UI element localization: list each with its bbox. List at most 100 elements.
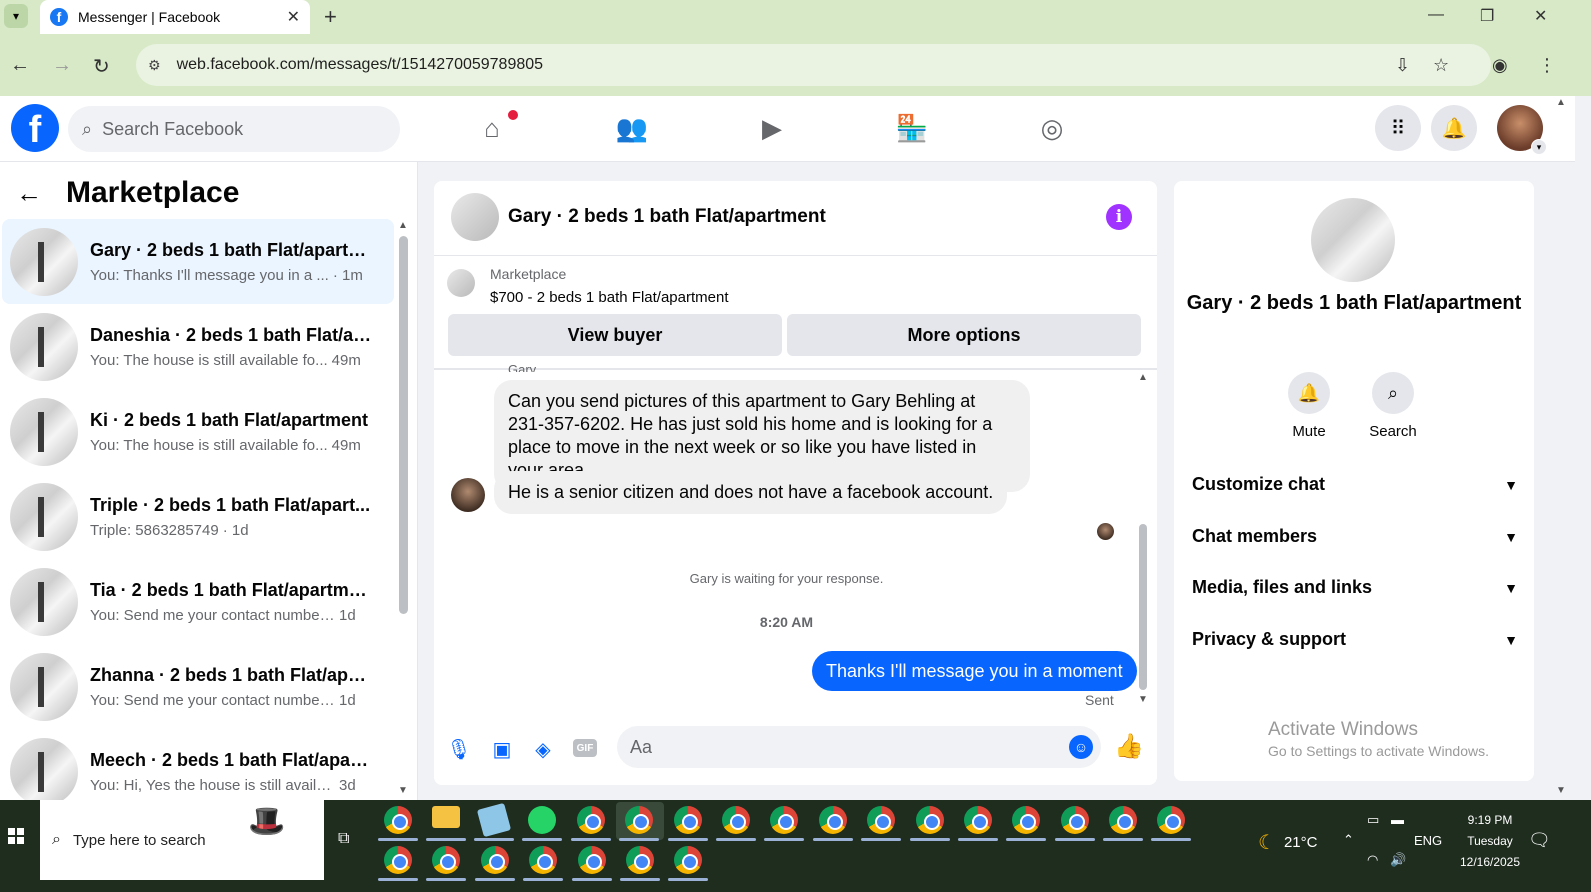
scroll-down-icon[interactable]: ▼ bbox=[398, 785, 408, 796]
weather-widget[interactable]: ☾ 21°C bbox=[1258, 830, 1317, 855]
listing-title[interactable]: $700 - 2 beds 1 bath Flat/apartment bbox=[490, 289, 728, 306]
chrome-profile-icon[interactable] bbox=[529, 846, 557, 874]
reload-icon[interactable]: ↻ bbox=[93, 54, 110, 79]
customize-chat-item[interactable]: Customize chat ▼ bbox=[1192, 474, 1518, 495]
friends-icon[interactable]: 👥 bbox=[612, 112, 652, 144]
language-indicator[interactable]: ENG bbox=[1414, 833, 1442, 848]
marketplace-icon[interactable]: 🏪 bbox=[892, 112, 932, 144]
conversation-item[interactable]: Gary · 2 beds 1 bath Flat/apartm... You: … bbox=[2, 219, 394, 304]
scroll-up-icon[interactable]: ▲ bbox=[398, 220, 408, 231]
menu-grid-icon[interactable]: ⠿ bbox=[1375, 105, 1421, 151]
scroll-down-icon[interactable]: ▼ bbox=[1138, 694, 1148, 705]
chrome-profile-icon[interactable] bbox=[722, 806, 750, 834]
chrome-profile-icon[interactable] bbox=[626, 846, 654, 874]
chrome-profile-icon[interactable] bbox=[625, 806, 653, 834]
tab-title: Messenger | Facebook bbox=[78, 9, 221, 25]
chat-members-item[interactable]: Chat members ▼ bbox=[1192, 526, 1518, 547]
chrome-profile-icon[interactable] bbox=[578, 846, 606, 874]
chrome-profile-icon[interactable] bbox=[1157, 806, 1185, 834]
conversation-item[interactable]: Zhanna · 2 beds 1 bath Flat/apar... You: … bbox=[2, 644, 394, 729]
conversation-item[interactable]: Ki · 2 beds 1 bath Flat/apartment You: Th… bbox=[2, 389, 394, 474]
volume-icon[interactable]: 🔊 bbox=[1390, 852, 1406, 868]
back-arrow-icon[interactable]: ← bbox=[16, 178, 42, 209]
mute-button[interactable]: 🔔 Mute bbox=[1274, 372, 1344, 440]
chrome-profile-icon[interactable] bbox=[481, 846, 509, 874]
scroll-up-icon[interactable]: ▲ bbox=[1556, 97, 1566, 108]
chrome-profile-icon[interactable] bbox=[964, 806, 992, 834]
conversation-item[interactable]: Triple · 2 beds 1 bath Flat/apart... Trip… bbox=[2, 474, 394, 559]
back-icon[interactable]: ← bbox=[10, 54, 30, 77]
show-hidden-icons-chevron-icon[interactable]: ⌃ bbox=[1343, 832, 1354, 848]
gif-icon[interactable]: GIF bbox=[573, 739, 597, 757]
media-files-links-item[interactable]: Media, files and links ▼ bbox=[1192, 577, 1518, 598]
facebook-logo-icon[interactable]: f bbox=[11, 104, 59, 152]
privacy-support-item[interactable]: Privacy & support ▼ bbox=[1192, 629, 1518, 650]
file-explorer-icon[interactable] bbox=[432, 806, 460, 828]
whatsapp-icon[interactable] bbox=[528, 806, 556, 834]
chrome-profile-icon[interactable] bbox=[770, 806, 798, 834]
outgoing-message[interactable]: Thanks I'll message you in a moment bbox=[812, 651, 1137, 691]
facebook-search-input[interactable]: ⌕ Search Facebook bbox=[68, 106, 400, 152]
meet-now-icon[interactable]: ▭ bbox=[1367, 812, 1379, 828]
url-field[interactable]: ⚙ web.facebook.com/messages/t/1514270059… bbox=[136, 44, 1491, 86]
groups-icon[interactable]: ◎ bbox=[1032, 112, 1072, 144]
conversation-item[interactable]: Tia · 2 beds 1 bath Flat/apartment You: S… bbox=[2, 559, 394, 644]
battery-icon[interactable]: ▬ bbox=[1391, 812, 1404, 827]
chrome-profile-icon[interactable] bbox=[867, 806, 895, 834]
minimize-icon[interactable]: — bbox=[1428, 6, 1444, 24]
photo-icon[interactable]: ▣ bbox=[488, 735, 516, 763]
home-icon[interactable]: ⌂ bbox=[472, 112, 512, 144]
chrome-profile-icon[interactable] bbox=[819, 806, 847, 834]
new-tab-icon[interactable]: + bbox=[324, 4, 337, 30]
menu-dots-icon[interactable]: ⋮ bbox=[1538, 55, 1556, 76]
details-avatar[interactable] bbox=[1311, 198, 1395, 282]
sender-avatar[interactable] bbox=[451, 478, 485, 512]
chrome-profile-icon[interactable] bbox=[916, 806, 944, 834]
task-view-icon[interactable]: ⧉ bbox=[338, 830, 349, 848]
bookmark-star-icon[interactable]: ☆ bbox=[1433, 55, 1449, 76]
chrome-profile-icon[interactable] bbox=[577, 806, 605, 834]
url-text: web.facebook.com/messages/t/151427005978… bbox=[176, 56, 544, 73]
browser-tab[interactable]: f Messenger | Facebook ✕ bbox=[40, 0, 310, 34]
close-window-icon[interactable]: ✕ bbox=[1534, 6, 1547, 26]
chrome-icon[interactable] bbox=[384, 806, 412, 834]
sticker-icon[interactable]: ◈ bbox=[529, 735, 557, 763]
bell-icon: 🔔 bbox=[1288, 372, 1330, 414]
like-thumb-icon[interactable]: 👍 bbox=[1114, 732, 1144, 761]
chrome-profile-icon[interactable] bbox=[432, 846, 460, 874]
chrome-profile-icon[interactable] bbox=[674, 846, 702, 874]
more-options-button[interactable]: More options bbox=[787, 314, 1141, 356]
clock[interactable]: 9:19 PM Tuesday 12/16/2025 bbox=[1450, 810, 1530, 873]
chat-scrollbar[interactable] bbox=[1139, 524, 1147, 690]
scroll-down-icon[interactable]: ▼ bbox=[1556, 785, 1566, 796]
scroll-up-icon[interactable]: ▲ bbox=[1138, 372, 1148, 383]
restore-icon[interactable]: ❐ bbox=[1480, 6, 1494, 26]
search-in-chat-button[interactable]: ⌕ Search bbox=[1358, 372, 1428, 440]
close-tab-icon[interactable]: ✕ bbox=[287, 7, 300, 27]
forward-icon[interactable]: → bbox=[52, 54, 72, 77]
chrome-profile-icon[interactable] bbox=[1012, 806, 1040, 834]
chrome-profile-icon[interactable] bbox=[674, 806, 702, 834]
chrome-profile-icon[interactable] bbox=[1061, 806, 1089, 834]
info-icon[interactable]: i bbox=[1106, 204, 1132, 230]
message-input[interactable]: Aa bbox=[617, 726, 1101, 768]
tab-list-chevron-icon[interactable]: ▾ bbox=[4, 4, 28, 28]
microphone-icon[interactable]: 🎙 bbox=[445, 735, 473, 763]
video-icon[interactable]: ▶ bbox=[752, 112, 792, 144]
chrome-profile-icon[interactable] bbox=[1109, 806, 1137, 834]
notifications-bell-icon[interactable]: 🔔 bbox=[1431, 105, 1477, 151]
account-avatar[interactable]: ▾ bbox=[1497, 105, 1547, 155]
sidebar-scrollbar[interactable] bbox=[399, 236, 408, 614]
conversation-item[interactable]: Daneshia · 2 beds 1 bath Flat/ap... You: … bbox=[2, 304, 394, 389]
emoji-icon[interactable]: ☺ bbox=[1069, 735, 1093, 759]
incoming-message[interactable]: He is a senior citizen and does not have… bbox=[494, 471, 1008, 514]
chat-header[interactable]: Gary · 2 beds 1 bath Flat/apartment bbox=[451, 193, 826, 241]
site-settings-icon[interactable]: ⚙ bbox=[148, 57, 161, 74]
chrome-profile-icon[interactable] bbox=[384, 846, 412, 874]
install-app-icon[interactable]: ⇩ bbox=[1395, 55, 1410, 76]
notification-center-icon[interactable]: 🗨 bbox=[1528, 830, 1551, 851]
profile-icon[interactable]: ◉ bbox=[1492, 55, 1508, 76]
windows-start-icon[interactable] bbox=[8, 828, 24, 844]
wifi-icon[interactable]: ◠ bbox=[1367, 852, 1378, 868]
view-buyer-button[interactable]: View buyer bbox=[448, 314, 782, 356]
